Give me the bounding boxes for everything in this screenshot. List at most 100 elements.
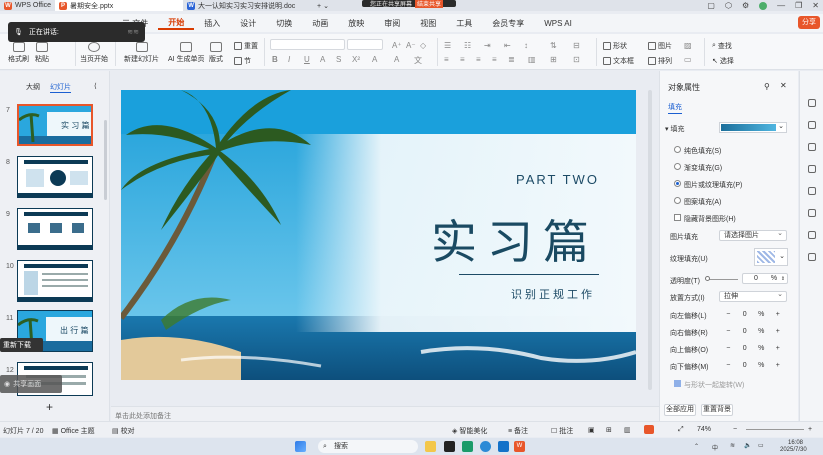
close-button[interactable]: ✕ <box>812 1 819 10</box>
transparency-slider[interactable] <box>706 279 738 280</box>
arrange-button[interactable]: 排列 <box>648 56 672 66</box>
minus-icon[interactable]: − <box>720 328 737 335</box>
strike-button[interactable]: A <box>320 55 325 64</box>
zoom-slider[interactable] <box>746 429 804 430</box>
minus-icon[interactable]: − <box>720 345 737 352</box>
justify-icon[interactable]: ≡ <box>492 55 497 64</box>
properties-icon[interactable] <box>808 99 816 107</box>
app-icon[interactable] <box>498 441 509 452</box>
smart-beautify-button[interactable]: ◈ 智能美化 <box>452 426 487 436</box>
offset-up-stepper[interactable]: −0% + <box>720 343 786 354</box>
restore-icon[interactable]: ▢ <box>707 1 715 10</box>
tab-pptx[interactable]: P 暑期安全.pptx <box>55 0 184 11</box>
collapse-panel-icon[interactable]: ⟨ <box>94 82 97 90</box>
menu-tools[interactable]: 工具 <box>446 18 482 29</box>
textbox-button[interactable]: 文本框 <box>603 56 634 66</box>
layout-button[interactable]: 版式 <box>209 42 223 64</box>
find-button[interactable]: ⌕ 查找 <box>712 41 732 51</box>
clock-time[interactable]: 16:08 <box>788 440 803 446</box>
spin-arrows-icon[interactable]: ⇕ <box>779 276 787 282</box>
volume-icon[interactable]: 🔈 <box>744 442 751 449</box>
input-language[interactable]: 中 <box>712 443 718 452</box>
bold-button[interactable]: B <box>272 55 278 64</box>
gradient-fill-radio[interactable] <box>674 163 681 170</box>
panel-close-icon[interactable]: ✕ <box>780 81 787 90</box>
offset-left-stepper[interactable]: −0% + <box>720 309 786 320</box>
menu-view[interactable]: 视图 <box>410 18 446 29</box>
zoom-level[interactable]: 74% <box>697 426 711 433</box>
fill-section-toggle[interactable]: ▾ 填充 <box>665 124 684 134</box>
clear-format-icon[interactable]: ◇ <box>420 41 426 50</box>
font-family-select[interactable] <box>270 39 345 50</box>
animation-icon[interactable] <box>808 187 816 195</box>
select-button[interactable]: ↖ 选择 <box>712 56 734 66</box>
slide-thumbnail-10[interactable] <box>17 260 93 302</box>
share-button[interactable]: 分享 <box>798 16 820 29</box>
hide-bg-checkbox[interactable] <box>674 214 681 221</box>
theme-name[interactable]: ▦ Office 主题 <box>52 426 95 436</box>
section-button[interactable]: 节 <box>234 56 251 66</box>
offset-down-stepper[interactable]: −0% + <box>720 360 786 371</box>
notes-area[interactable]: 单击此处添加备注 <box>111 406 659 421</box>
menu-slideshow[interactable]: 放映 <box>338 18 374 29</box>
text-direction-icon[interactable]: ⇅ <box>550 41 557 50</box>
maximize-button[interactable]: ❐ <box>795 1 802 10</box>
superscript-button[interactable]: X² <box>352 55 360 64</box>
menu-design[interactable]: 设计 <box>230 18 266 29</box>
slide-thumbnail-8[interactable] <box>17 156 93 198</box>
tray-chevron-icon[interactable]: ⌃ <box>694 443 699 450</box>
slide-thumbnail-7[interactable]: 实 习 篇 <box>17 104 93 146</box>
fill-icon[interactable]: ▨ <box>684 41 692 50</box>
share-screen-tip[interactable]: ◉ 共享画面 <box>0 375 62 393</box>
image-button[interactable]: 图片 <box>648 41 672 51</box>
add-slide-button[interactable]: + <box>46 400 53 414</box>
menu-animation[interactable]: 动画 <box>302 18 338 29</box>
align-right-icon[interactable]: ≡ <box>476 55 481 64</box>
app-icon[interactable] <box>444 441 455 452</box>
tab-wps-office[interactable]: W WPS Office <box>0 0 55 11</box>
layers-icon[interactable] <box>808 231 816 239</box>
comments-toggle[interactable]: ☐ 批注 <box>551 426 573 436</box>
format-painter-button[interactable]: 格式刷 <box>8 42 29 64</box>
texture-swatch[interactable]: ⌄ <box>754 248 788 266</box>
distribute-icon[interactable]: ≣ <box>508 55 515 64</box>
offset-right-stepper[interactable]: −0% + <box>720 326 786 337</box>
align-center-icon[interactable]: ≡ <box>460 55 465 64</box>
highlight-button[interactable]: A <box>394 55 399 64</box>
tab-fill[interactable]: 填充 <box>668 102 682 114</box>
rotate-with-shape-checkbox[interactable] <box>674 380 681 387</box>
avatar[interactable] <box>759 1 768 10</box>
thumbnail-scrollbar[interactable] <box>104 120 107 200</box>
font-color-button[interactable]: A <box>372 55 377 64</box>
text-align-icon[interactable]: ⊞ <box>550 55 557 64</box>
sorter-view-icon[interactable]: ⊞ <box>606 426 612 434</box>
fit-window-icon[interactable]: ⤢ <box>678 426 684 434</box>
columns-icon[interactable]: ▥ <box>528 55 536 64</box>
minimize-button[interactable]: — <box>777 1 785 10</box>
magic-icon[interactable] <box>808 165 816 173</box>
windows-start-icon[interactable] <box>295 441 306 452</box>
zoom-in-button[interactable]: + <box>808 426 812 433</box>
clock-date[interactable]: 2025/7/30 <box>780 447 807 453</box>
pin-icon[interactable]: ⚲ <box>764 82 770 91</box>
plus-icon[interactable]: + <box>770 311 787 318</box>
notes-toggle[interactable]: ≡ 备注 <box>508 426 528 436</box>
transparency-slider-thumb[interactable] <box>705 276 710 281</box>
underline-button[interactable]: U <box>304 55 310 64</box>
slide-thumbnail-9[interactable] <box>17 208 93 250</box>
end-share-button[interactable]: 结束共享 <box>415 0 444 8</box>
placement-select[interactable]: 拉伸 <box>719 290 787 302</box>
image-fill-select[interactable]: 请选择图片 <box>719 229 787 241</box>
edge-icon[interactable] <box>480 441 491 452</box>
plus-icon[interactable]: + <box>770 345 787 352</box>
reading-view-icon[interactable]: ▥ <box>624 426 631 434</box>
menu-wps-ai[interactable]: WPS AI <box>534 19 582 28</box>
apply-all-button[interactable]: 全部应用 <box>664 404 696 416</box>
new-tab-button[interactable]: + ⌄ <box>313 0 333 11</box>
reset-background-button[interactable]: 重置背景 <box>701 404 733 416</box>
tab-doc[interactable]: W 大一认知实习实习安排说明.doc <box>183 0 313 11</box>
menu-home[interactable]: 开始 <box>158 17 195 30</box>
italic-button[interactable]: I <box>288 55 290 64</box>
shadow-button[interactable]: S <box>336 55 341 64</box>
bullets-icon[interactable]: ☰ <box>444 41 451 50</box>
